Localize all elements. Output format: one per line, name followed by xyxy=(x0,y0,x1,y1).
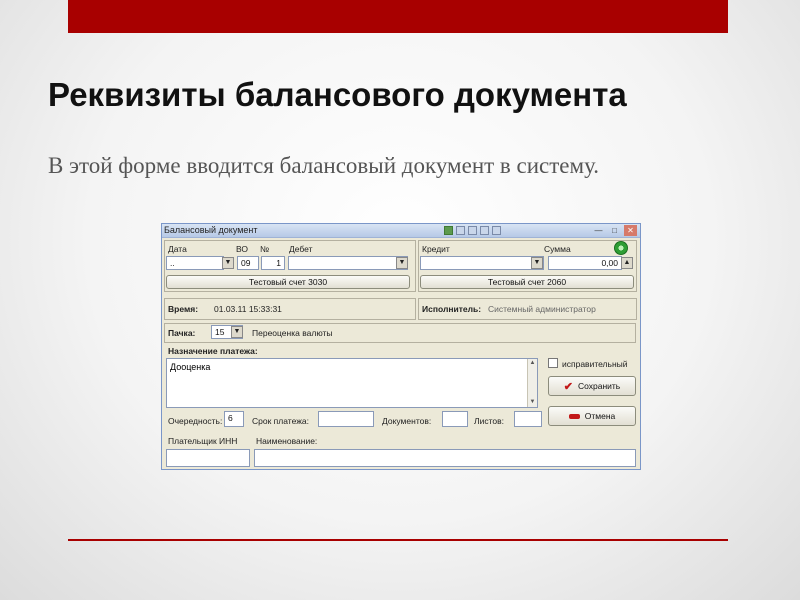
credit-label: Кредит xyxy=(422,244,450,254)
date-input[interactable]: .. xyxy=(166,256,224,270)
number-label: № xyxy=(260,244,270,254)
top-accent-bar xyxy=(68,0,728,33)
cancel-button[interactable]: Отмена xyxy=(548,406,636,426)
debit-label: Дебет xyxy=(289,244,313,254)
cancel-button-label: Отмена xyxy=(584,411,616,421)
save-button[interactable]: ✔ Сохранить xyxy=(548,376,636,396)
minimize-icon[interactable]: — xyxy=(592,225,605,236)
sum-spinner-icon[interactable]: ▲ xyxy=(621,257,633,269)
titlebar-toolbar xyxy=(444,226,501,235)
credit-account-input[interactable] xyxy=(420,256,544,270)
credit-account-button[interactable]: Тестовый счет 2060 xyxy=(420,275,634,289)
sum-label: Сумма xyxy=(544,244,571,254)
gear-icon[interactable] xyxy=(614,241,628,255)
time-value: 01.03.11 15:33:31 xyxy=(214,304,282,314)
slide-title: Реквизиты балансового документа xyxy=(48,76,627,113)
time-label: Время: xyxy=(168,304,199,314)
date-label: Дата xyxy=(168,244,187,254)
date-dropdown-icon[interactable]: ▼ xyxy=(222,257,234,269)
scroll-up-icon[interactable]: ▲ xyxy=(528,359,537,368)
slide-subtitle: В этой форме вводится балансовый докумен… xyxy=(48,153,600,178)
batch-description: Переоценка валюты xyxy=(252,328,333,338)
documents-label: Документов: xyxy=(382,416,432,426)
balance-document-window: Балансовый документ — □ ✕ Дата ВО № Дебе… xyxy=(161,223,641,470)
cancel-icon xyxy=(568,413,580,419)
tool-icon-settings[interactable] xyxy=(492,226,501,235)
priority-label: Очередность: xyxy=(168,416,223,426)
batch-dropdown-icon[interactable]: ▼ xyxy=(231,326,243,338)
priority-input[interactable]: 6 xyxy=(224,411,244,427)
save-button-label: Сохранить xyxy=(577,381,621,391)
vo-label: ВО xyxy=(236,244,248,254)
payer-name-input[interactable] xyxy=(254,449,636,467)
sum-input[interactable]: 0,00 xyxy=(548,256,622,270)
payer-inn-label: Плательщик ИНН xyxy=(168,436,238,446)
debit-account-input[interactable] xyxy=(288,256,408,270)
window-titlebar: Балансовый документ — □ ✕ xyxy=(162,224,640,238)
purpose-scrollbar[interactable]: ▲ ▼ xyxy=(527,359,537,407)
purpose-textarea[interactable]: Дооценка ▲ ▼ xyxy=(166,358,538,408)
debit-account-button[interactable]: Тестовый счет 3030 xyxy=(166,275,410,289)
tool-icon-tools[interactable] xyxy=(480,226,489,235)
tool-icon-page[interactable] xyxy=(456,226,465,235)
corrective-checkbox[interactable] xyxy=(548,358,558,368)
due-date-label: Срок платежа: xyxy=(252,416,309,426)
window-controls: — □ ✕ xyxy=(592,225,637,236)
vo-input[interactable]: 09 xyxy=(237,256,259,270)
sheets-label: Листов: xyxy=(474,416,504,426)
close-icon[interactable]: ✕ xyxy=(624,225,637,236)
window-title: Балансовый документ xyxy=(164,225,258,235)
batch-label: Пачка: xyxy=(168,328,196,338)
documents-input[interactable] xyxy=(442,411,468,427)
executor-value: Системный администратор xyxy=(488,304,596,314)
corrective-label: исправительный xyxy=(562,359,628,369)
number-input[interactable]: 1 xyxy=(261,256,285,270)
credit-dropdown-icon[interactable]: ▼ xyxy=(531,257,543,269)
tool-icon-green[interactable] xyxy=(444,226,453,235)
due-date-input[interactable] xyxy=(318,411,374,427)
tool-icon-copy[interactable] xyxy=(468,226,477,235)
bottom-accent-line xyxy=(68,539,728,541)
maximize-icon[interactable]: □ xyxy=(608,225,621,236)
payer-inn-input[interactable] xyxy=(166,449,250,467)
payer-name-label: Наименование: xyxy=(256,436,318,446)
purpose-text: Дооценка xyxy=(170,362,211,372)
time-group xyxy=(164,298,416,320)
checkmark-icon: ✔ xyxy=(563,380,573,393)
debit-dropdown-icon[interactable]: ▼ xyxy=(396,257,408,269)
scroll-down-icon[interactable]: ▼ xyxy=(528,398,537,407)
purpose-label: Назначение платежа: xyxy=(168,346,258,356)
executor-label: Исполнитель: xyxy=(422,304,482,314)
sheets-input[interactable] xyxy=(514,411,542,427)
